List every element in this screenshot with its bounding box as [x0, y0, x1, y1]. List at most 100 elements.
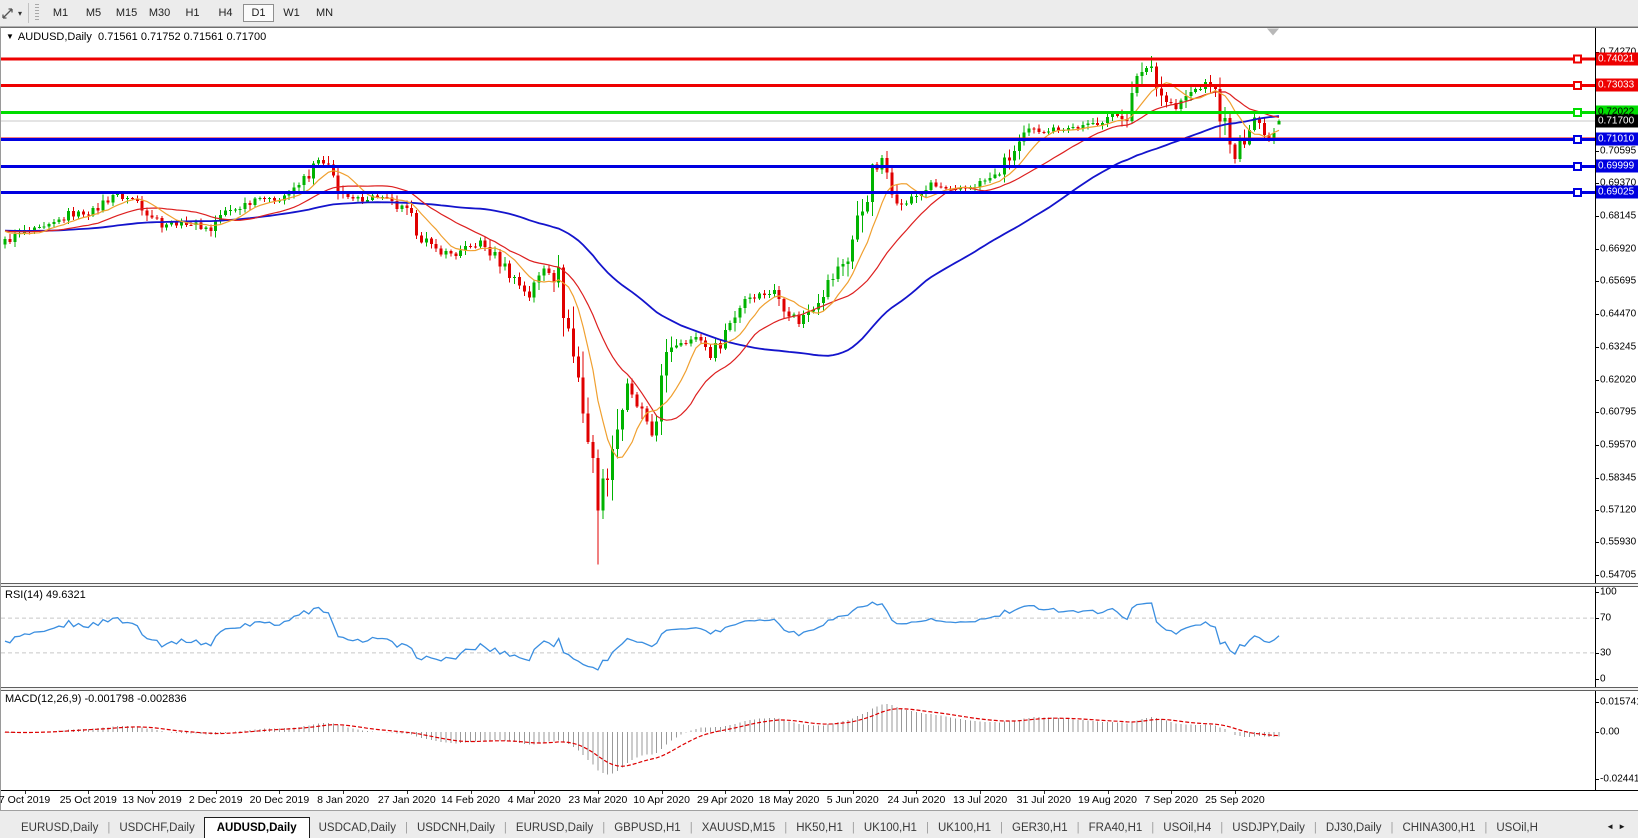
tab-hk50-h1[interactable]: HK50,H1	[787, 818, 852, 838]
date-axis: 7 Oct 201925 Oct 201913 Nov 20192 Dec 20…	[1, 790, 1638, 810]
timeframe-group: M1M5M15M30H1H4D1W1MN	[44, 4, 341, 22]
tab-scroll-arrows[interactable]: ◄►	[1606, 822, 1630, 838]
price-tick-mark	[1596, 216, 1599, 217]
price-tick-label: 0.70595	[1600, 145, 1636, 156]
price-tick-label: 0.57120	[1600, 505, 1636, 516]
macd-axis: 0.0157410.00-0.024412	[1595, 691, 1638, 790]
rsi-tick-label: 100	[1600, 587, 1617, 598]
timeframe-button-h1[interactable]: H1	[177, 4, 208, 22]
price-tick-label: 0.59570	[1600, 439, 1636, 450]
timeframe-button-m15[interactable]: M15	[111, 4, 142, 22]
date-label: 19 Aug 2020	[1078, 794, 1137, 806]
price-tick-mark	[1596, 575, 1599, 576]
macd-plot[interactable]: MACD(12,26,9) -0.001798 -0.002836	[1, 691, 1595, 790]
price-tick-mark	[1596, 412, 1599, 413]
line-drag-handle[interactable]	[1574, 163, 1581, 170]
rsi-tick-mark	[1596, 679, 1599, 680]
toolbar-separator	[28, 3, 29, 23]
timeframe-button-m30[interactable]: M30	[144, 4, 175, 22]
rsi-axis: 10070300	[1595, 587, 1638, 687]
sr-lines-layer	[1, 56, 1595, 196]
line-drag-handle[interactable]	[1574, 82, 1581, 89]
macd-tick-mark	[1596, 702, 1599, 703]
macd-tick-mark	[1596, 779, 1599, 780]
timeframe-button-d1[interactable]: D1	[243, 4, 274, 22]
tab-china300-h1[interactable]: CHINA300,H1	[1394, 818, 1485, 838]
date-label: 13 Nov 2019	[122, 794, 182, 806]
macd-tick-label: 0.00	[1600, 727, 1619, 738]
rsi-tick-mark	[1596, 653, 1599, 654]
rsi-current-value: 49.6321	[46, 589, 86, 601]
tab-usoil-h[interactable]: USOil,H	[1487, 818, 1547, 838]
timeframe-button-m1[interactable]: M1	[45, 4, 76, 22]
level-price-box: 0.69025	[1596, 186, 1638, 199]
line-drag-handle[interactable]	[1574, 189, 1581, 196]
tab-fra40-h1[interactable]: FRA40,H1	[1080, 818, 1152, 838]
date-label: 5 Jun 2020	[827, 794, 879, 806]
price-tick-label: 0.58345	[1600, 472, 1636, 483]
toolbar-grip[interactable]	[35, 4, 39, 22]
line-drag-handle[interactable]	[1574, 56, 1581, 63]
tab-audusd-daily[interactable]: AUDUSD,Daily	[204, 817, 310, 838]
price-tick-mark	[1596, 249, 1599, 250]
date-label: 13 Jul 2020	[953, 794, 1007, 806]
tab-eurusd-daily[interactable]: EURUSD,Daily	[12, 818, 107, 838]
date-label: 14 Feb 2020	[441, 794, 500, 806]
rsi-tick-label: 0	[1600, 674, 1606, 685]
rsi-plot[interactable]: RSI(14) 49.6321	[1, 587, 1595, 687]
tab-eurusd-daily[interactable]: EURUSD,Daily	[507, 818, 602, 838]
mt4-app: ▾ M1M5M15M30H1H4D1W1MN ▼AUDUSD,Daily 0.7…	[0, 0, 1638, 838]
macd-label: MACD(12,26,9) -0.001798 -0.002836	[5, 693, 187, 705]
tab-dj30-daily[interactable]: DJ30,Daily	[1317, 818, 1391, 838]
rsi-name: RSI(14)	[5, 589, 43, 601]
tab-usoil-h4[interactable]: USOil,H4	[1154, 818, 1220, 838]
timeframe-button-w1[interactable]: W1	[276, 4, 307, 22]
chart-ohlc-values: 0.71561 0.71752 0.71561 0.71700	[98, 31, 266, 43]
current-price-box: 0.71700	[1596, 115, 1638, 128]
tab-gbpusd-h1[interactable]: GBPUSD,H1	[605, 818, 689, 838]
price-tick-label: 0.65695	[1600, 276, 1636, 287]
main-chart-pane: ▼AUDUSD,Daily 0.71561 0.71752 0.71561 0.…	[1, 28, 1638, 583]
date-label: 7 Sep 2020	[1144, 794, 1198, 806]
macd-tick-mark	[1596, 732, 1599, 733]
tab-usdchf-daily[interactable]: USDCHF,Daily	[110, 818, 203, 838]
chart-shift-marker-icon	[1267, 29, 1279, 36]
chart-window: ▼AUDUSD,Daily 0.71561 0.71752 0.71561 0.…	[0, 27, 1638, 810]
date-label: 8 Jan 2020	[317, 794, 369, 806]
timeframe-button-mn[interactable]: MN	[309, 4, 340, 22]
tab-ger30-h1[interactable]: GER30,H1	[1003, 818, 1077, 838]
date-label: 10 Apr 2020	[633, 794, 690, 806]
price-tick-mark	[1596, 314, 1599, 315]
date-label: 25 Sep 2020	[1205, 794, 1265, 806]
chart-symbol-label: AUDUSD,Daily	[18, 31, 92, 43]
date-label: 29 Apr 2020	[697, 794, 754, 806]
tab-usdjpy-daily[interactable]: USDJPY,Daily	[1223, 818, 1314, 838]
toolbar: ▾ M1M5M15M30H1H4D1W1MN	[0, 0, 1638, 27]
price-tick-label: 0.66920	[1600, 243, 1636, 254]
timeframe-button-h4[interactable]: H4	[210, 4, 241, 22]
tab-uk100-h1[interactable]: UK100,H1	[855, 818, 926, 838]
price-axis: 0.742700.705950.693700.681450.669200.656…	[1595, 28, 1638, 583]
tab-usdcad-daily[interactable]: USDCAD,Daily	[310, 818, 405, 838]
macd-name: MACD(12,26,9)	[5, 693, 81, 705]
tab-xauusd-m15[interactable]: XAUUSD,M15	[693, 818, 785, 838]
level-price-box: 0.71010	[1596, 133, 1638, 146]
tab-usdcnh-daily[interactable]: USDCNH,Daily	[408, 818, 504, 838]
date-label: 18 May 2020	[759, 794, 820, 806]
rsi-tick-mark	[1596, 618, 1599, 619]
line-drag-handle[interactable]	[1574, 136, 1581, 143]
macd-current-values: -0.001798 -0.002836	[84, 693, 186, 705]
date-label: 27 Jan 2020	[378, 794, 436, 806]
date-label: 4 Mar 2020	[508, 794, 561, 806]
chart-cursor-tool-button[interactable]: ▾	[1, 5, 24, 22]
dropdown-caret-icon: ▾	[18, 9, 22, 18]
rsi-line	[5, 602, 1279, 670]
timeframe-button-m5[interactable]: M5	[78, 4, 109, 22]
line-drag-handle[interactable]	[1574, 109, 1581, 116]
level-price-box: 0.73033	[1596, 79, 1638, 92]
chart-title: ▼AUDUSD,Daily 0.71561 0.71752 0.71561 0.…	[6, 31, 266, 43]
macd-tick-label: -0.024412	[1600, 773, 1638, 784]
macd-histogram	[5, 704, 1279, 775]
main-chart-plot[interactable]: ▼AUDUSD,Daily 0.71561 0.71752 0.71561 0.…	[1, 28, 1595, 583]
tab-uk100-h1[interactable]: UK100,H1	[929, 818, 1000, 838]
